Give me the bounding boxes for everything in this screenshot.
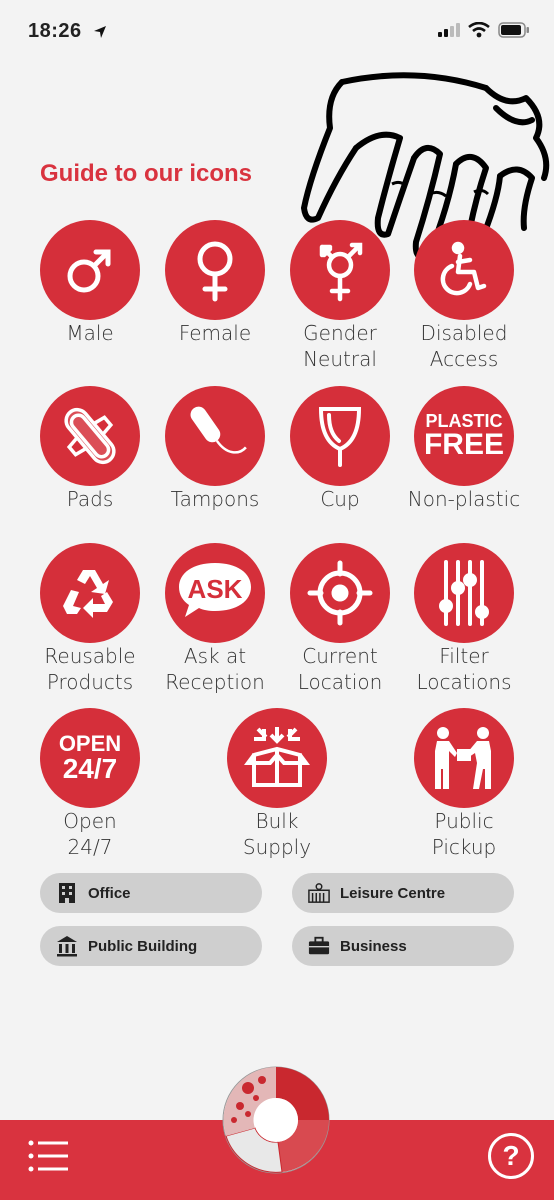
- label-open-2: 24/7: [67, 835, 113, 859]
- app-logo-ring-icon[interactable]: [222, 1066, 330, 1174]
- public-building-label: Public Building: [88, 937, 198, 955]
- help-button[interactable]: ?: [488, 1133, 534, 1179]
- recycle-icon: [40, 543, 140, 643]
- label-open-1: Open: [63, 809, 117, 833]
- label-location-1: Current: [302, 644, 378, 668]
- label-pickup-2: Pickup: [431, 835, 497, 859]
- status-time: 18:26: [28, 20, 82, 42]
- tampon-icon: [165, 386, 265, 486]
- label-non-plastic: Non-plastic: [407, 487, 521, 511]
- wifi-icon: [468, 22, 490, 38]
- label-disabled-1: Disabled: [420, 321, 508, 345]
- signal-icon: [438, 23, 460, 37]
- badge-open: OPEN: [58, 731, 122, 756]
- sliders-icon: [414, 543, 514, 643]
- leisure-centre-pill: Leisure Centre: [292, 873, 514, 913]
- handover-icon: [414, 708, 514, 808]
- label-bulk-2: Supply: [242, 835, 312, 859]
- label-cup: Cup: [320, 487, 360, 511]
- public-building-icon: [56, 935, 78, 957]
- location-arrow-icon: [94, 26, 106, 38]
- wheelchair-icon: [414, 220, 514, 320]
- label-tampons: Tampons: [170, 487, 260, 511]
- label-pads: Pads: [66, 487, 114, 511]
- plastic-free-icon: PLASTIC FREE: [414, 386, 514, 486]
- office-building-icon: [56, 882, 78, 904]
- crosshair-icon: [290, 543, 390, 643]
- icon-public-pickup: Public Pickup: [399, 708, 529, 860]
- office-label: Office: [88, 884, 131, 902]
- menstrual-cup-icon: [290, 386, 390, 486]
- status-bar: 18:26: [0, 0, 554, 64]
- label-reusable-2: Products: [46, 670, 134, 694]
- badge-ask: ASK: [187, 574, 243, 604]
- menu-list-icon: [28, 1140, 68, 1172]
- label-bulk-1: Bulk: [255, 809, 299, 833]
- box-icon: [227, 708, 327, 808]
- leisure-centre-icon: [308, 882, 330, 904]
- menu-button[interactable]: [28, 1138, 68, 1174]
- label-reusable-1: Reusable: [44, 644, 136, 668]
- icon-current-location: Current Location: [275, 543, 405, 695]
- battery-icon: [498, 22, 529, 38]
- icon-filter-locations: Filter Locations: [399, 543, 529, 695]
- gender-neutral-icon: [290, 220, 390, 320]
- label-gender-neutral-2: Neutral: [303, 347, 377, 371]
- label-pickup-1: Public: [434, 809, 494, 833]
- label-location-2: Location: [297, 670, 383, 694]
- label-male: Male: [66, 321, 114, 345]
- label-gender-neutral-1: Gender: [303, 321, 377, 345]
- badge-free: FREE: [423, 428, 504, 461]
- icon-male: Male: [25, 220, 155, 346]
- open-24-7-icon: OPEN 24/7: [40, 708, 140, 808]
- female-icon: [165, 220, 265, 320]
- business-pill: Business: [292, 926, 514, 966]
- business-label: Business: [340, 937, 407, 955]
- status-icons: [438, 22, 530, 38]
- public-building-pill: Public Building: [40, 926, 262, 966]
- label-disabled-2: Access: [429, 347, 499, 371]
- icon-non-plastic: PLASTIC FREE Non-plastic: [399, 386, 529, 512]
- icon-pads: Pads: [25, 386, 155, 512]
- office-pill: Office: [40, 873, 262, 913]
- pad-icon: [40, 386, 140, 486]
- icon-cup: Cup: [275, 386, 405, 512]
- icon-tampons: Tampons: [150, 386, 280, 512]
- label-female: Female: [178, 321, 252, 345]
- briefcase-icon: [308, 935, 330, 957]
- page-title: Guide to our icons: [40, 160, 253, 187]
- icon-disabled-access: Disabled Access: [399, 220, 529, 372]
- leisure-centre-label: Leisure Centre: [340, 884, 446, 902]
- badge-24-7: 24/7: [62, 753, 118, 784]
- icon-open-24-7: OPEN 24/7 Open 24/7: [25, 708, 155, 860]
- icon-female: Female: [150, 220, 280, 346]
- label-ask-1: Ask at: [183, 644, 247, 668]
- label-filter-1: Filter: [439, 644, 489, 668]
- label-ask-2: Reception: [165, 670, 265, 694]
- ask-bubble-icon: ASK: [165, 543, 265, 643]
- icon-bulk-supply: Bulk Supply: [212, 708, 342, 860]
- label-filter-2: Locations: [416, 670, 512, 694]
- icon-ask-reception: ASK Ask at Reception: [150, 543, 280, 695]
- question-mark-icon: ?: [502, 1140, 520, 1171]
- male-icon: [40, 220, 140, 320]
- icon-gender-neutral: Gender Neutral: [275, 220, 405, 372]
- icon-reusable: Reusable Products: [25, 543, 155, 695]
